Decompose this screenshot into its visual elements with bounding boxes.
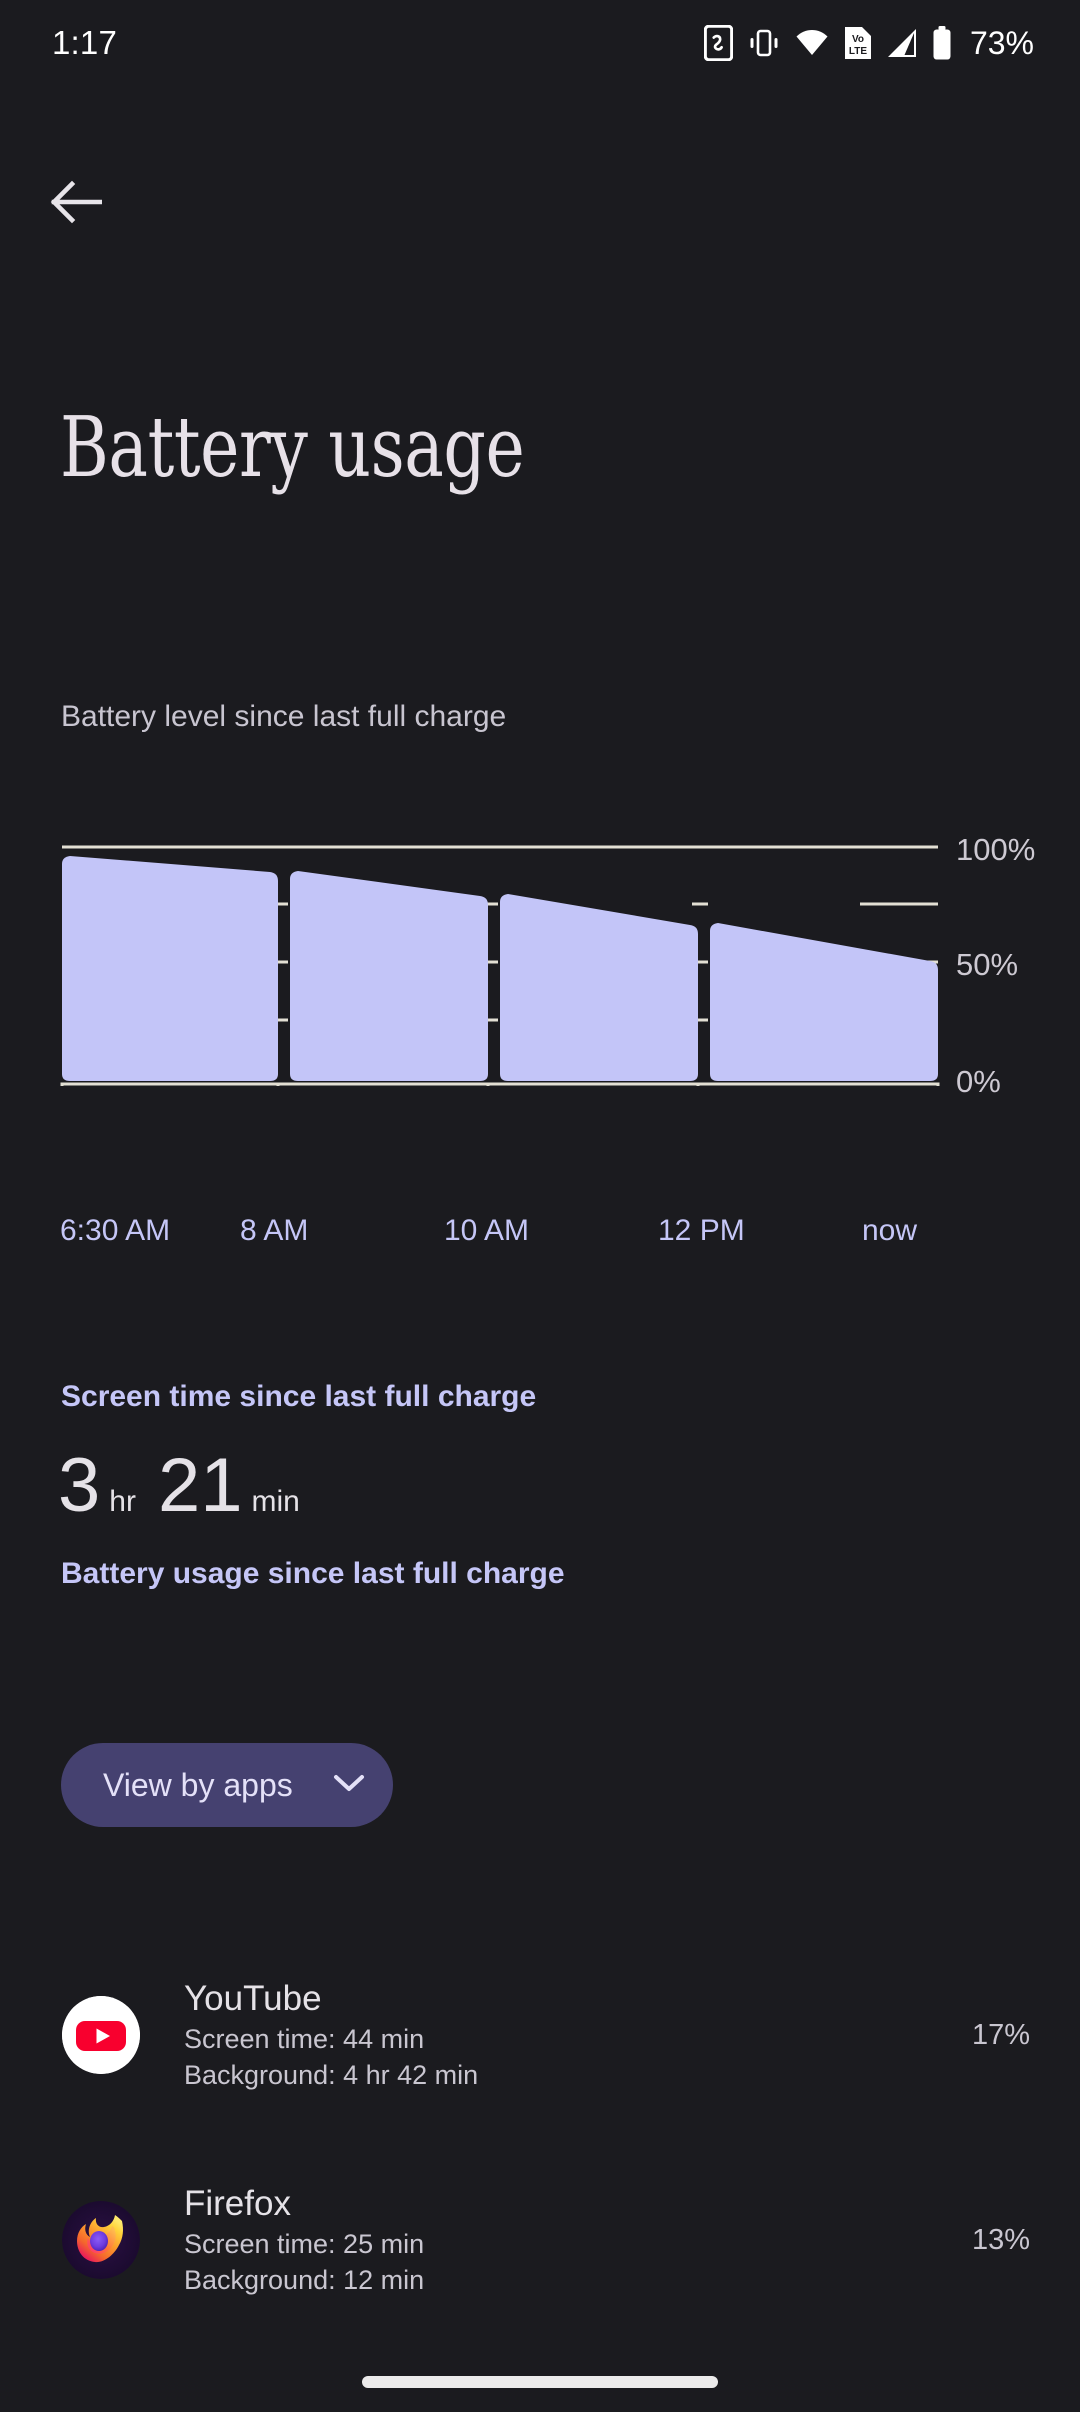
chart-ylabel-50: 50% [956,947,1019,982]
svg-text:Vo: Vo [852,34,864,45]
app-screen-time: Screen time: 44 min [184,2024,425,2054]
app-info-youtube: YouTube Screen time: 44 min Background: … [184,1977,972,2093]
view-by-apps-label: View by apps [103,1766,293,1803]
app-background-time: Background: 12 min [184,2265,425,2295]
home-gesture-bar[interactable] [362,2376,718,2388]
status-bar-icons: Vo LTE 73% [703,24,1034,62]
status-bar: 1:17 Vo LTE 73% [0,0,1080,86]
screen-time-hours-unit: hr [109,1485,136,1518]
wifi-icon [795,29,829,57]
volte-icon: Vo LTE [843,25,873,61]
chart-bar-0 [62,856,278,1081]
screen-time-minutes: 21 [157,1443,243,1528]
chart-x-axis-labels: 6:30 AM 8 AM 10 AM 12 PM now [0,1214,1080,1258]
screen-record-icon [703,25,733,61]
chart-ylabel-100: 100% [956,832,1036,867]
chart-bar-3 [710,923,938,1081]
view-by-apps-chip[interactable]: View by apps [61,1743,393,1827]
chart-bar-1 [290,871,488,1081]
svg-text:LTE: LTE [849,46,867,57]
back-button[interactable] [28,156,124,252]
youtube-icon [62,1996,140,2074]
chart-bars [62,856,938,1081]
battery-level-chart[interactable]: 100% 50% 0% [0,826,1080,1099]
app-battery-percent: 13% [971,2223,1030,2256]
chart-xlabel-2: 10 AM [444,1214,530,1247]
battery-level-chart-svg [60,845,940,1086]
chart-xlabel-0: 6:30 AM [60,1214,171,1247]
app-screen-time: Screen time: 25 min [184,2229,425,2259]
app-battery-percent: 17% [971,2018,1030,2051]
battery-usage-heading: Battery usage since last full charge [61,1557,565,1590]
firefox-icon [62,2201,140,2279]
chevron-down-icon [333,1773,365,1798]
chart-axis-bottom [60,1082,940,1086]
page-title: Battery usage [60,399,525,496]
chart-bar-2 [500,894,698,1081]
app-info-firefox: Firefox Screen time: 25 min Background: … [184,2182,972,2298]
back-arrow-icon [50,180,103,229]
cellular-signal-icon [887,28,918,59]
app-name: YouTube [184,1979,322,2018]
battery-level-label: Battery level since last full charge [61,700,507,733]
status-bar-clock: 1:17 [52,24,118,61]
screen-time-minutes-unit: min [251,1485,300,1518]
app-name: Firefox [184,2184,291,2223]
app-background-time: Background: 4 hr 42 min [184,2060,479,2090]
app-list-item-firefox[interactable]: Firefox Screen time: 25 min Background: … [0,2165,1080,2315]
chart-xlabel-4: now [862,1214,918,1247]
chart-ylabel-0: 0% [956,1064,1001,1099]
vibrate-icon [747,26,781,60]
app-list-item-youtube[interactable]: YouTube Screen time: 44 min Background: … [0,1960,1080,2110]
screen-time-hours: 3 [58,1443,101,1528]
chart-xlabel-1: 8 AM [240,1214,309,1247]
top-app-bar [0,148,1080,258]
chart-xlabel-3: 12 PM [658,1214,745,1247]
status-bar-battery-percent: 73% [969,24,1034,61]
battery-icon [932,26,952,60]
screen-time-heading: Screen time since last full charge [61,1380,537,1413]
screen-time-value: 3 hr 21 min [58,1448,300,1524]
